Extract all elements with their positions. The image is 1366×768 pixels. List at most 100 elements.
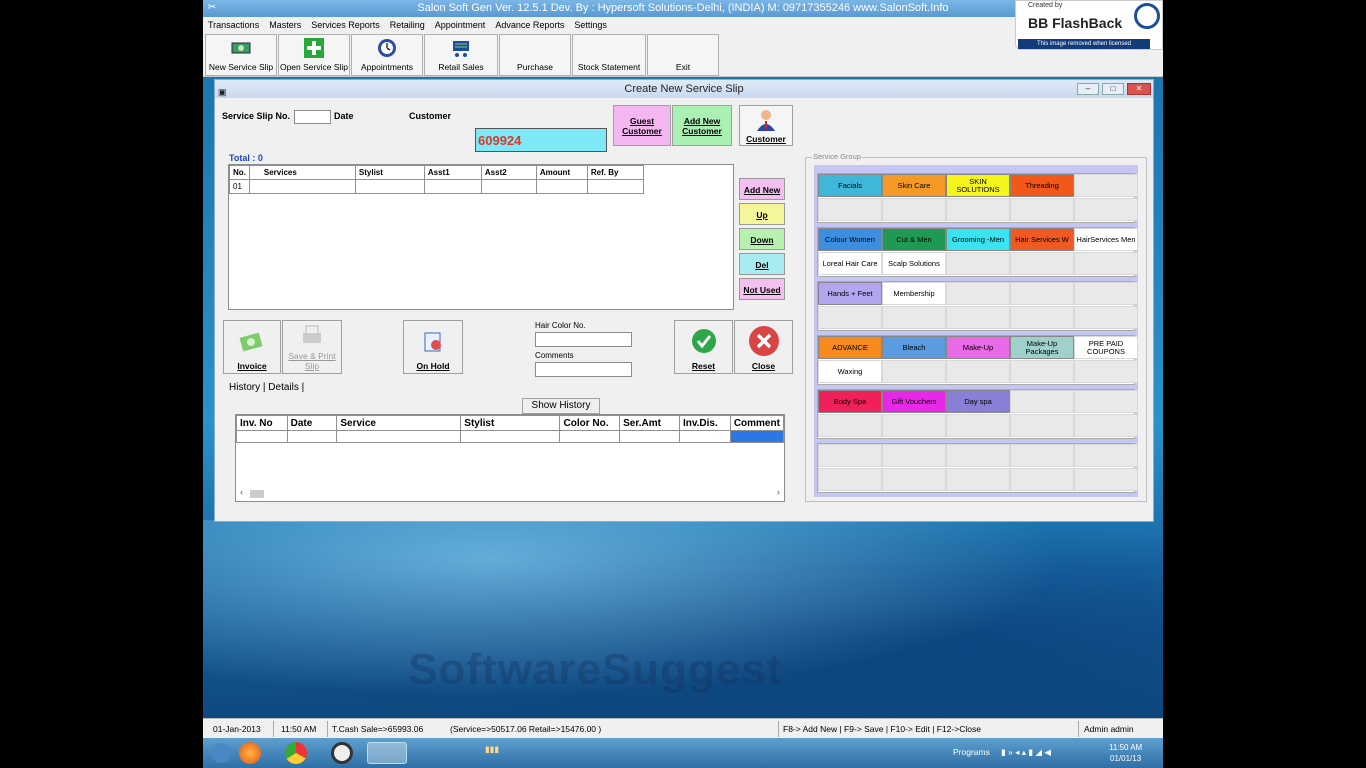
exit-button[interactable]: Exit (647, 34, 719, 76)
service-group-panel: Facials Skin Care SKIN SOLUTIONS Threading C… (814, 165, 1138, 497)
service-group-make-up[interactable]: Make-Up (946, 336, 1010, 359)
salonsoft-taskbar-button[interactable] (367, 742, 407, 764)
reset-button[interactable]: Reset (674, 320, 733, 374)
scroll-thumb[interactable] (250, 490, 264, 498)
window-title-bar: ▣ Create New Service Slip – □ ✕ (215, 80, 1153, 98)
comments-label: Comments (535, 351, 574, 360)
services-grid[interactable]: No. Services Stylist Asst1 Asst2 Amount … (228, 164, 734, 310)
clock-icon (378, 39, 396, 57)
media-player-icon[interactable] (331, 742, 353, 764)
history-grid[interactable]: Inv. No Date Service Stylist Color No. S… (235, 414, 785, 502)
service-group-hair-services-w[interactable]: Hair Services W (1010, 228, 1074, 251)
scroll-right-icon[interactable]: › (777, 487, 780, 497)
service-group-colour-women[interactable]: Colour Women (818, 228, 882, 251)
chrome-icon[interactable] (285, 742, 307, 764)
person-icon (757, 110, 775, 131)
row-down-button[interactable]: Down (739, 228, 785, 250)
menu-retailing[interactable]: Retailing (385, 17, 430, 33)
service-group-empty-cell (882, 444, 946, 467)
service-group-hairservices-men[interactable]: HairServices Men (1074, 228, 1138, 251)
stock-statement-button[interactable]: Stock Statement (572, 34, 646, 76)
total-label: Total : 0 (229, 153, 263, 163)
minimize-button[interactable]: – (1077, 83, 1099, 95)
menu-transactions[interactable]: Transactions (203, 17, 264, 33)
service-group-waxing[interactable]: Waxing (818, 360, 882, 383)
service-group-loreal-hair-care[interactable]: Loreal Hair Care (818, 252, 882, 275)
service-group-empty-cell (1074, 390, 1138, 413)
service-group-make-up-packages[interactable]: Make-Up Packages (1010, 336, 1074, 359)
service-group-day-spa[interactable]: Day spa (946, 390, 1010, 413)
close-button[interactable]: Close (734, 320, 793, 374)
service-group-skin-care[interactable]: Skin Care (882, 174, 946, 197)
tab-history[interactable]: History (229, 382, 260, 393)
menu-appointment[interactable]: Appointment (430, 17, 491, 33)
comments-field[interactable] (535, 362, 632, 377)
service-group-threading[interactable]: Threading (1010, 174, 1074, 197)
customer-field[interactable]: 609924 (475, 128, 607, 152)
service-group-cut-men[interactable]: Cut & Men (882, 228, 946, 251)
start-button-icon[interactable] (211, 743, 231, 763)
window-icon: ▣ (218, 87, 227, 97)
service-group-skin-solutions[interactable]: SKIN SOLUTIONS (946, 174, 1010, 197)
show-history-button[interactable]: Show History (522, 398, 600, 414)
checkmark-icon (691, 329, 716, 353)
customer-button[interactable]: Customer (739, 105, 793, 146)
service-group-empty-cell (1010, 282, 1074, 305)
firefox-icon[interactable] (239, 742, 261, 764)
service-group-membership[interactable]: Membership (882, 282, 946, 305)
table-row[interactable]: 01 (229, 179, 644, 194)
service-group-empty-cell (1074, 282, 1138, 305)
window-close-button[interactable]: ✕ (1127, 83, 1151, 95)
add-new-customer-button[interactable]: Add New Customer (672, 105, 732, 146)
tray-folder-icon[interactable]: ▮▮▮ (485, 744, 499, 755)
service-group-empty-cell (1010, 444, 1074, 467)
history-scrollbar[interactable]: ‹ › (238, 487, 782, 499)
retail-sales-button[interactable]: Retail Sales (424, 34, 498, 76)
service-group-gift-vouchers[interactable]: Gift Vouchers (882, 390, 946, 413)
service-group-hands-feet[interactable]: Hands + Feet (818, 282, 882, 305)
guest-customer-button[interactable]: Guest Customer (613, 105, 671, 146)
delete-row-button[interactable]: Del (739, 253, 785, 275)
service-group-empty-cell (1074, 198, 1138, 221)
service-group-body-spa[interactable]: Body Spa (818, 390, 882, 413)
menu-services-reports[interactable]: Services Reports (306, 17, 385, 33)
appointments-button[interactable]: Appointments (351, 34, 423, 76)
add-new-row-button[interactable]: Add New (739, 178, 785, 200)
status-breakdown: (Service=>50517.06 Retail=>15476.00 ) (450, 724, 602, 734)
taskbar: ▮▮▮ Programs ▮ » ◂ ▴ ▮ ◢ ◀ 11:50 AM 01/0… (203, 738, 1163, 768)
programs-label[interactable]: Programs (953, 747, 990, 757)
service-group-empty-cell (946, 198, 1010, 221)
save-print-slip-button[interactable]: Save & Print Slip (282, 320, 342, 374)
service-group-scalp-solutions[interactable]: Scalp Solutions (882, 252, 946, 275)
app-title: Salon Soft Gen Ver. 12.5.1 Dev. By : Hyp… (417, 2, 949, 14)
service-group-pre-paid-coupons[interactable]: PRE PAID COUPONS (1074, 336, 1138, 359)
table-row[interactable] (236, 430, 785, 443)
hair-color-field[interactable] (535, 332, 632, 347)
scroll-left-icon[interactable]: ‹ (240, 487, 243, 497)
service-group-empty-cell (882, 414, 946, 437)
service-group-facials[interactable]: Facials (818, 174, 882, 197)
service-group-empty-cell (946, 306, 1010, 329)
not-used-button[interactable]: Not Used (739, 278, 785, 300)
service-group-grooming-men[interactable]: Grooming -Men (946, 228, 1010, 251)
service-group-advance[interactable]: ADVANCE (818, 336, 882, 359)
invoice-button[interactable]: Invoice (223, 320, 281, 374)
open-service-slip-button[interactable]: Open Service Slip (278, 34, 350, 76)
slip-no-field[interactable] (294, 110, 331, 124)
service-group-bleach[interactable]: Bleach (882, 336, 946, 359)
service-group-empty-cell (946, 252, 1010, 275)
system-clock[interactable]: 11:50 AM 01/01/13 (1109, 742, 1142, 764)
service-group-empty-cell (1010, 390, 1074, 413)
tab-details[interactable]: Details (268, 382, 299, 393)
menu-advance-reports[interactable]: Advance Reports (490, 17, 569, 33)
row-up-button[interactable]: Up (739, 203, 785, 225)
col-no: No. (229, 165, 250, 180)
maximize-button[interactable]: □ (1102, 83, 1124, 95)
purchase-button[interactable]: Purchase (499, 34, 571, 76)
tray-icons[interactable]: ▮ » ◂ ▴ ▮ ◢ ◀ (1001, 747, 1051, 758)
new-service-slip-button[interactable]: New Service Slip (205, 34, 277, 76)
menu-masters[interactable]: Masters (264, 17, 306, 33)
on-hold-button[interactable]: On Hold (403, 320, 463, 374)
menu-settings[interactable]: Settings (569, 17, 612, 33)
service-group-empty-cell (882, 198, 946, 221)
